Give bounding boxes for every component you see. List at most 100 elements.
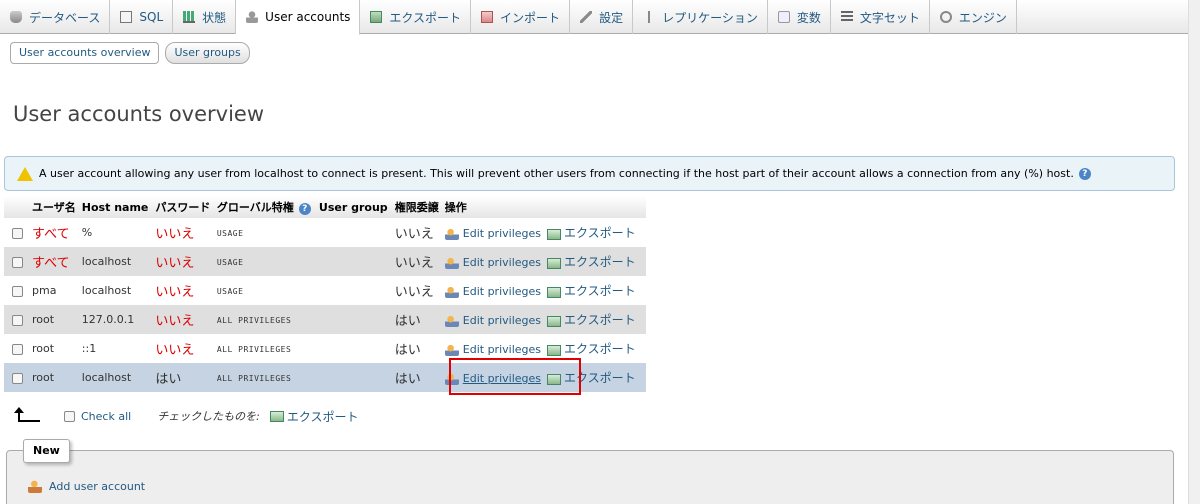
export-icon[interactable]: [547, 315, 562, 327]
table-row: すべて % いいえ USAGE いいえ Edit privileges エクスポー…: [4, 218, 646, 247]
tab-label: 状態: [202, 10, 227, 25]
check-all-label[interactable]: Check all: [81, 410, 131, 423]
header-global-label: グローバル特権: [216, 201, 294, 214]
tab-replication[interactable]: レプリケーション: [633, 0, 768, 34]
edit-privileges-icon[interactable]: [444, 315, 459, 327]
table-row: すべて localhost いいえ USAGE いいえ Edit privile…: [4, 247, 646, 276]
user-group-cell: [316, 334, 393, 363]
privileges-cell: USAGE: [216, 258, 244, 267]
row-checkbox[interactable]: [12, 256, 23, 268]
row-checkbox[interactable]: [12, 314, 23, 326]
user-cell: root: [32, 313, 55, 326]
export-link[interactable]: エクスポート: [564, 255, 636, 269]
row-checkbox[interactable]: [12, 285, 23, 297]
export-icon[interactable]: [547, 228, 562, 240]
privileges-cell: USAGE: [216, 287, 244, 296]
edit-privileges-icon[interactable]: [444, 344, 459, 356]
tab-label: SQL: [139, 10, 164, 24]
check-all-checkbox[interactable]: [64, 410, 75, 422]
tab-status[interactable]: 状態: [173, 0, 237, 34]
edit-privileges-link[interactable]: Edit privileges: [463, 227, 541, 240]
user-cell: pma: [32, 284, 57, 297]
variables-icon: [777, 11, 790, 23]
tab-label: エンジン: [958, 10, 1007, 25]
warning-icon: [17, 166, 33, 181]
notice-message: A user account allowing any user from lo…: [4, 156, 1175, 191]
export-link[interactable]: エクスポート: [564, 284, 636, 298]
header-user-group: User group: [316, 196, 393, 218]
password-cell: いいえ: [155, 227, 195, 242]
edit-privileges-icon[interactable]: [444, 257, 459, 269]
edit-privileges-link[interactable]: Edit privileges: [463, 343, 541, 356]
edit-privileges-link[interactable]: Edit privileges: [463, 285, 541, 298]
edit-privileges-link[interactable]: Edit privileges: [463, 256, 541, 269]
tab-label: レプリケーション: [662, 10, 758, 25]
arrow-up-icon: [14, 407, 40, 422]
engine-icon: [939, 11, 952, 23]
tab-label: 設定: [599, 10, 624, 25]
edit-privileges-link[interactable]: Edit privileges: [463, 314, 541, 327]
header-checkbox-col: [4, 196, 30, 218]
host-cell: 127.0.0.1: [81, 313, 135, 326]
bulk-export-link[interactable]: エクスポート: [287, 408, 359, 425]
row-checkbox[interactable]: [12, 372, 23, 384]
grant-cell: はい: [394, 372, 421, 387]
privileges-cell: ALL PRIVILEGES: [216, 374, 292, 383]
sub-navigation: User accounts overview User groups: [10, 42, 250, 64]
host-cell: localhost: [81, 284, 132, 297]
user-cell: すべて: [32, 227, 70, 242]
tab-export[interactable]: エクスポート: [360, 0, 472, 34]
row-checkbox[interactable]: [12, 227, 23, 239]
page-title: User accounts overview: [13, 102, 265, 126]
add-user-label[interactable]: Add user account: [49, 480, 145, 493]
tab-engines[interactable]: エンジン: [930, 0, 1017, 34]
tab-databases[interactable]: データベース: [0, 0, 111, 34]
tab-label: インポート: [500, 10, 561, 25]
user-cell: root: [32, 371, 55, 384]
help-icon[interactable]: ?: [1078, 167, 1091, 180]
tab-charsets[interactable]: 文字セット: [831, 0, 930, 34]
add-user-account-link[interactable]: Add user account: [28, 480, 145, 493]
tab-label: 文字セット: [859, 10, 920, 25]
export-link[interactable]: エクスポート: [564, 313, 636, 327]
subtab-user-groups[interactable]: User groups: [165, 42, 250, 64]
export-icon[interactable]: [547, 344, 562, 356]
tab-label: エクスポート: [389, 10, 462, 25]
tab-label: User accounts: [265, 10, 351, 24]
tab-variables[interactable]: 変数: [768, 0, 831, 34]
sql-icon: [120, 11, 133, 23]
subtab-user-accounts-overview[interactable]: User accounts overview: [10, 42, 160, 64]
export-link[interactable]: エクスポート: [564, 226, 636, 240]
tab-settings[interactable]: 設定: [570, 0, 634, 34]
export-icon[interactable]: [547, 286, 562, 298]
edit-privileges-icon[interactable]: [444, 286, 459, 298]
grant-cell: はい: [394, 314, 421, 329]
user-group-cell: [316, 276, 393, 305]
import-icon: [481, 11, 494, 23]
password-cell: いいえ: [155, 343, 195, 358]
notice-text: A user account allowing any user from lo…: [39, 167, 1074, 180]
tab-user-accounts[interactable]: User accounts: [236, 0, 361, 35]
table-header-row: ユーザ名 Host name パスワード グローバル特権? User group…: [4, 196, 646, 218]
password-cell: いいえ: [155, 256, 195, 271]
export-icon[interactable]: [547, 257, 562, 269]
header-actions: 操作: [442, 196, 646, 218]
status-icon: [183, 11, 196, 23]
edit-privileges-icon[interactable]: [444, 228, 459, 240]
grant-cell: いいえ: [394, 285, 434, 300]
new-fieldset-legend: New: [23, 439, 70, 463]
host-cell: localhost: [81, 255, 132, 268]
tab-import[interactable]: インポート: [471, 0, 571, 34]
tab-sql[interactable]: SQL: [110, 0, 174, 34]
header-grant: 権限委譲: [392, 196, 443, 218]
grant-cell: はい: [394, 343, 421, 358]
host-cell: ::1: [81, 342, 97, 355]
header-host: Host name: [79, 196, 154, 218]
user-group-cell: [316, 363, 393, 392]
help-icon[interactable]: ?: [298, 203, 311, 215]
export-link[interactable]: エクスポート: [564, 342, 636, 356]
export-icon[interactable]: [269, 410, 284, 422]
user-group-cell: [316, 305, 393, 334]
vertical-scrollbar[interactable]: [1188, 0, 1200, 504]
row-checkbox[interactable]: [12, 343, 23, 355]
